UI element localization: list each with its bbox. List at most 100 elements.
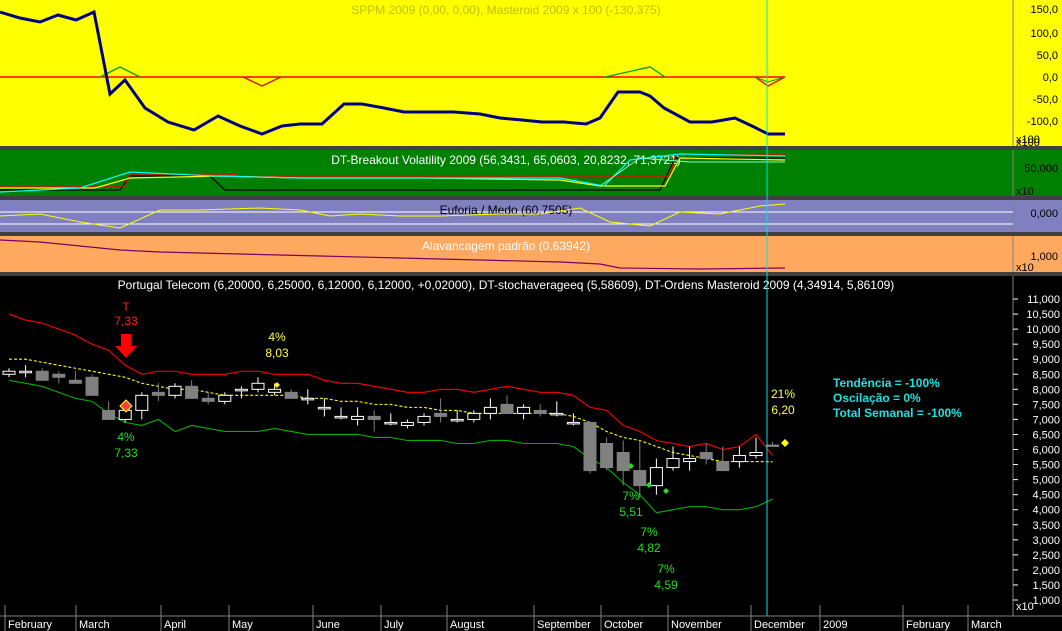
stat-tendencia: Tendência = -100% [833, 376, 940, 390]
price-tick-label: 9,500 [1032, 339, 1060, 351]
price-tick-label: 1,500 [1032, 580, 1060, 592]
candle-body [766, 444, 780, 447]
price-title: Portugal Telecom (6,20000, 6,25000, 6,12… [118, 278, 895, 292]
candle-body [566, 421, 580, 425]
month-label: March [971, 619, 1002, 631]
price-tick-label: 6,000 [1032, 445, 1060, 457]
candle-body [102, 409, 116, 420]
price-tick-label: 4,000 [1032, 505, 1060, 517]
price-tick-label: 7,500 [1032, 399, 1060, 411]
may-value: 8,03 [265, 346, 289, 360]
candle-body [683, 458, 697, 463]
price-tick-label: 10,000 [1026, 324, 1060, 336]
candle-body [749, 452, 763, 457]
candle-body [268, 388, 282, 393]
candle-body [417, 415, 431, 423]
sppm-tick-label: 150,0 [1030, 4, 1058, 16]
candle-body [533, 409, 547, 414]
month-label: February [906, 619, 951, 631]
candle-body [483, 406, 497, 414]
candle-body [666, 458, 680, 469]
oct1-pct: 7% [622, 489, 640, 503]
candle-body [35, 370, 49, 381]
candle-body [68, 379, 82, 384]
sppm-tick-label: -50,0 [1033, 94, 1058, 106]
breakout-scale-top: x100 [1016, 137, 1040, 149]
month-label: June [316, 619, 340, 631]
candle-body [185, 385, 199, 399]
candle-body [334, 415, 348, 419]
price-tick-label: 3,000 [1032, 535, 1060, 547]
candle-body [699, 452, 713, 460]
month-label: April [164, 619, 186, 631]
price-tick-label: 5,000 [1032, 475, 1060, 487]
price-tick-label: 6,500 [1032, 429, 1060, 441]
candle-body [201, 397, 215, 402]
candle-body [367, 415, 381, 420]
price-tick-label: 1,000 [1032, 595, 1060, 607]
candle-body [317, 406, 331, 410]
candle-body [234, 388, 248, 392]
alavancagem-tick: 1,000 [1030, 251, 1058, 263]
candle-body [135, 394, 149, 411]
candle-body [218, 394, 232, 402]
candle-body [384, 421, 398, 425]
breakout-tick: 50,000 [1024, 163, 1058, 175]
candle-body [649, 467, 663, 487]
price-tick-label: 5,500 [1032, 460, 1060, 472]
may-pct: 4% [268, 330, 286, 344]
price-tick-label: 8,500 [1032, 369, 1060, 381]
candle-body [583, 421, 597, 472]
candle-body [467, 412, 481, 420]
month-label: 2009 [823, 619, 847, 631]
sppm-title: SPPM 2009 (0,00, 0,00), Masteroid 2009 x… [351, 3, 661, 17]
sppm-pane [0, 0, 1013, 146]
candle-body [284, 391, 298, 399]
alavancagem-title: Alavancagem padrão (0,63942) [422, 239, 590, 253]
candle-body [151, 391, 165, 396]
price-tick-label: 11,000 [1027, 294, 1060, 306]
candle-body [251, 382, 265, 390]
dec-pct: 21% [771, 387, 795, 401]
alavancagem-scale: x10 [1016, 262, 1034, 274]
breakout-title: DT-Breakout Volatility 2009 (56,3431, 65… [331, 153, 681, 167]
candle-body [85, 376, 99, 396]
march-value: 7,33 [114, 446, 138, 460]
candle-body [517, 406, 531, 414]
oct1-value: 5,51 [619, 505, 643, 519]
month-label: February [8, 619, 53, 631]
price-tick-label: 2,500 [1032, 550, 1060, 562]
price-tick-label: 2,000 [1032, 565, 1060, 577]
price-tick-label: 3,500 [1032, 520, 1060, 532]
candle-body [550, 412, 564, 416]
month-label: September [537, 619, 591, 631]
signal-value: 7,33 [114, 314, 138, 328]
price-tick-label: 4,500 [1032, 490, 1060, 502]
month-label: March [79, 619, 110, 631]
candle-body [732, 455, 746, 463]
price-tick-label: 7,000 [1032, 414, 1060, 426]
sppm-tick-label: 100,0 [1030, 28, 1058, 40]
stat-oscilacao: Oscilação = 0% [833, 391, 921, 405]
month-label: May [232, 619, 253, 631]
dec-value: 6,20 [771, 403, 795, 417]
candle-body [400, 421, 414, 426]
candle-body [716, 461, 730, 472]
price-pane [0, 276, 1013, 616]
candle-body [500, 403, 514, 414]
price-tick-label: 9,000 [1032, 354, 1060, 366]
month-label: August [450, 619, 484, 631]
candle-body [19, 370, 33, 374]
oct2-value: 4,82 [637, 541, 661, 555]
price-tick-label: 10,500 [1026, 309, 1060, 321]
sppm-tick-label: 50,0 [1037, 50, 1058, 62]
candle-body [450, 418, 464, 422]
month-label: December [754, 619, 805, 631]
candle-body [434, 412, 448, 417]
month-label: July [384, 619, 404, 631]
oct2-pct: 7% [640, 525, 658, 539]
chart-canvas: SPPM 2009 (0,00, 0,00), Masteroid 2009 x… [0, 0, 1062, 631]
signal-letter: T [122, 300, 130, 314]
candle-body [600, 442, 614, 469]
sppm-tick-label: -100,0 [1027, 116, 1058, 128]
